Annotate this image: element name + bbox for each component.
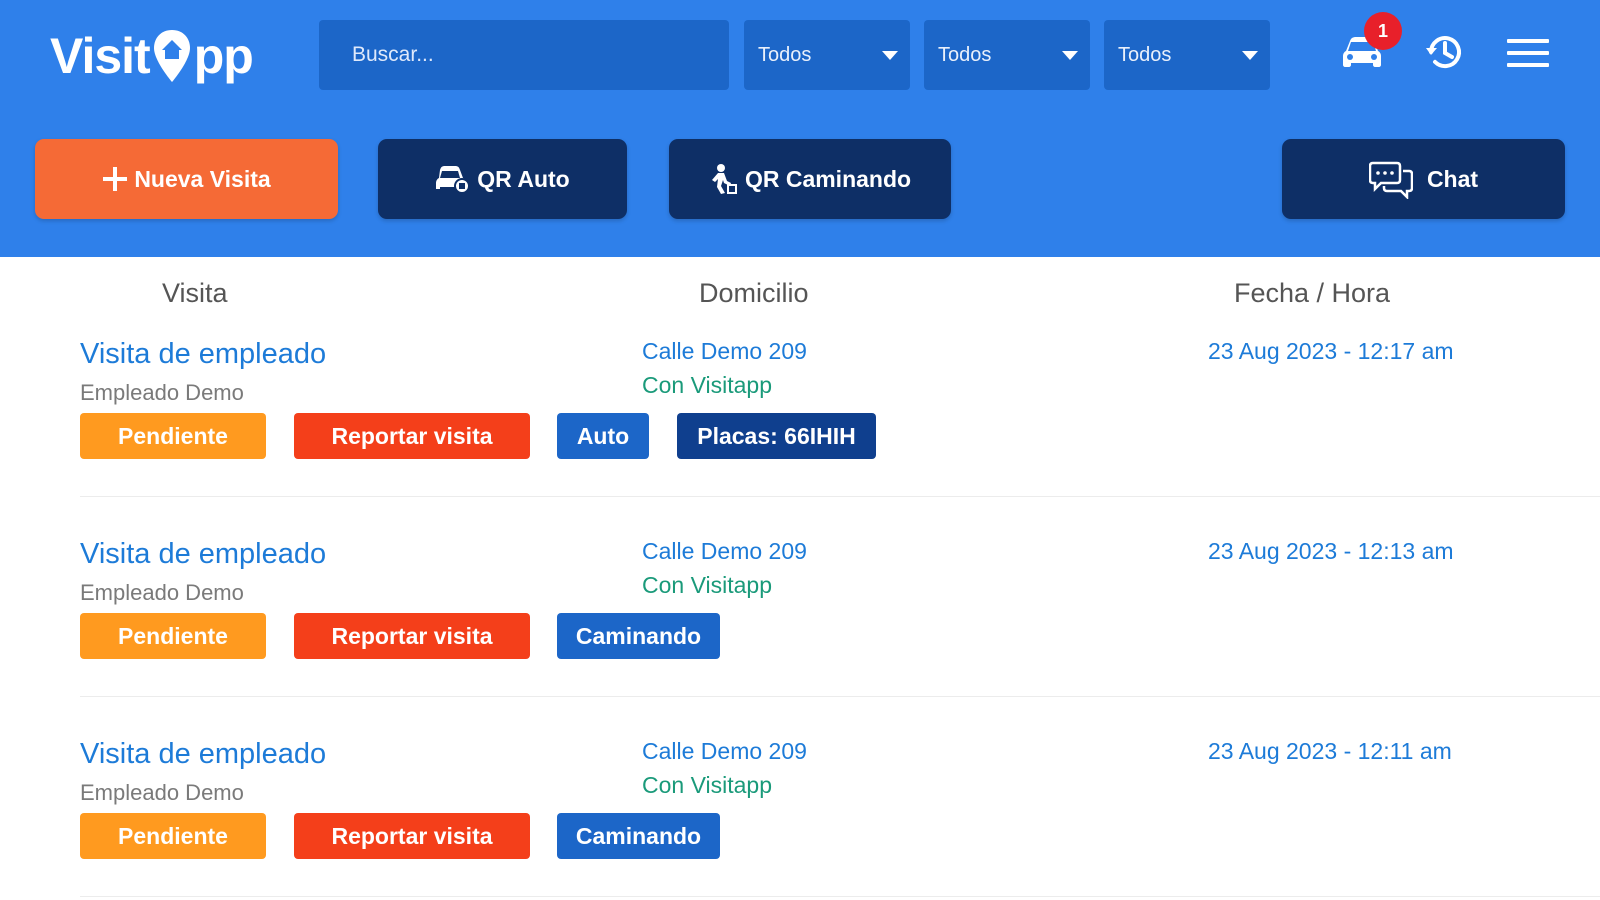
status-badge-pending[interactable]: Pendiente: [80, 413, 266, 459]
visit-person: Empleado Demo: [80, 780, 244, 805]
location-pin-icon: [152, 26, 192, 86]
hamburger-menu-icon: [1507, 39, 1549, 67]
column-header-visit: Visita: [162, 278, 228, 308]
top-header: Visit pp Todos Todos Todos 1: [0, 0, 1600, 257]
visit-mode-badge: Auto: [557, 413, 649, 459]
visit-datetime: 23 Aug 2023 - 12:11 am: [1208, 738, 1452, 764]
visit-title[interactable]: Visita de empleado: [80, 338, 326, 371]
visit-address: Calle Demo 209: [642, 738, 807, 764]
new-visit-button[interactable]: Nueva Visita: [35, 139, 338, 219]
dropdown-caret-icon: [1062, 51, 1078, 60]
visit-title[interactable]: Visita de empleado: [80, 738, 326, 771]
visit-address-note: Con Visitapp: [642, 772, 772, 798]
visitapp-logo[interactable]: Visit pp: [50, 26, 254, 86]
dropdown-caret-icon: [1242, 51, 1258, 60]
qr-walking-button[interactable]: QR Caminando: [669, 139, 951, 219]
qr-walking-label: QR Caminando: [744, 165, 912, 192]
visit-address: Calle Demo 209: [642, 338, 807, 364]
filter-dropdown-2[interactable]: Todos: [924, 20, 1090, 90]
menu-button[interactable]: [1505, 28, 1551, 78]
visit-datetime: 23 Aug 2023 - 12:13 am: [1208, 538, 1454, 564]
filter-1-value: Todos: [758, 43, 812, 66]
visit-row[interactable]: Visita de empleado Empleado Demo Calle D…: [0, 732, 1600, 900]
report-visit-button[interactable]: Reportar visita: [294, 613, 530, 659]
filter-dropdown-3[interactable]: Todos: [1104, 20, 1270, 90]
search-input[interactable]: [319, 20, 729, 90]
visit-address: Calle Demo 209: [642, 538, 807, 564]
visit-address-note: Con Visitapp: [642, 572, 772, 598]
visit-mode-badge: Caminando: [557, 813, 720, 859]
notification-count-badge: 1: [1364, 12, 1402, 50]
visit-mode-badge: Caminando: [557, 613, 720, 659]
row-divider: [80, 896, 1600, 897]
visit-row[interactable]: Visita de empleado Empleado Demo Calle D…: [0, 532, 1600, 732]
row-divider: [80, 696, 1600, 697]
visit-person: Empleado Demo: [80, 580, 244, 605]
column-header-datetime: Fecha / Hora: [1234, 278, 1391, 308]
row-divider: [80, 496, 1600, 497]
visit-address-note: Con Visitapp: [642, 372, 772, 398]
status-badge-pending[interactable]: Pendiente: [80, 613, 266, 659]
report-visit-button[interactable]: Reportar visita: [294, 413, 530, 459]
chat-button[interactable]: Chat: [1282, 139, 1565, 219]
history-icon: [1426, 36, 1461, 69]
plus-icon: [103, 167, 128, 191]
new-visit-label: Nueva Visita: [134, 165, 271, 192]
dropdown-caret-icon: [882, 51, 898, 60]
chat-label: Chat: [1426, 165, 1479, 192]
visit-row[interactable]: Visita de empleado Empleado Demo Calle D…: [0, 332, 1600, 532]
chat-bubbles-icon: [1368, 161, 1413, 199]
logo-text-right: pp: [193, 28, 254, 84]
filter-2-value: Todos: [938, 43, 992, 66]
filter-3-value: Todos: [1118, 43, 1172, 66]
report-visit-button[interactable]: Reportar visita: [294, 813, 530, 859]
walking-person-icon: [711, 164, 737, 194]
qr-auto-label: QR Auto: [477, 165, 570, 192]
car-qr-icon: [436, 166, 471, 194]
filter-dropdown-1[interactable]: Todos: [744, 20, 910, 90]
visit-title[interactable]: Visita de empleado: [80, 538, 326, 571]
visit-datetime: 23 Aug 2023 - 12:17 am: [1208, 338, 1454, 364]
qr-auto-button[interactable]: QR Auto: [378, 139, 627, 219]
column-header-address: Domicilio: [699, 278, 809, 308]
status-badge-pending[interactable]: Pendiente: [80, 813, 266, 859]
logo-text-left: Visit: [50, 28, 151, 84]
plates-badge: Placas: 66IHIH: [677, 413, 876, 459]
visit-person: Empleado Demo: [80, 380, 244, 405]
history-button[interactable]: [1419, 27, 1469, 77]
